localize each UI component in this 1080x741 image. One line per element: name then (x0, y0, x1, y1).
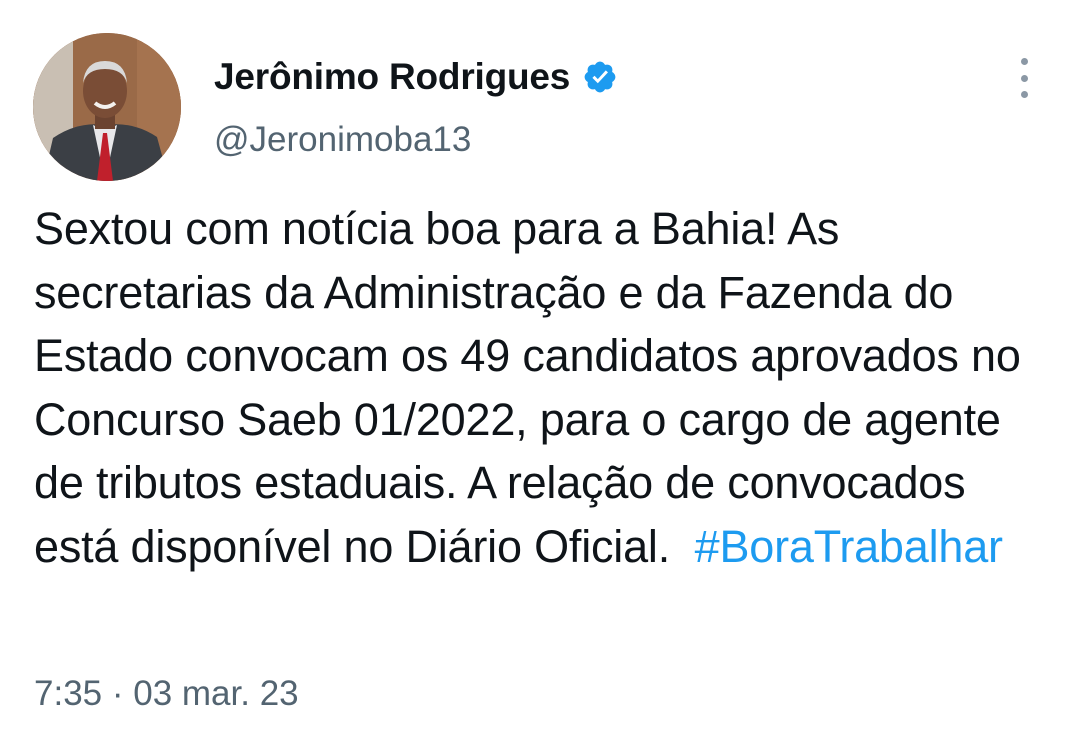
tweet-body: Sextou com notícia boa para a Bahia! As … (34, 203, 1021, 572)
more-dot (1020, 74, 1028, 82)
tweet-text: Sextou com notícia boa para a Bahia! As … (34, 197, 1054, 578)
verified-badge-icon[interactable] (582, 59, 618, 95)
more-dot (1020, 91, 1028, 98)
avatar-photo (33, 33, 181, 181)
author-block: Jerônimo Rodrigues @Jeronimoba13 (214, 52, 618, 160)
tweet-card: Jerônimo Rodrigues @Jeronimoba13 Sextou … (0, 0, 1080, 741)
tweet-date: 03 mar. 23 (133, 674, 299, 713)
author-handle[interactable]: @Jeronimoba13 (214, 120, 618, 160)
author-display-name[interactable]: Jerônimo Rodrigues (214, 56, 570, 98)
tweet-timestamp[interactable]: 7:35 · 03 mar. 23 (34, 674, 299, 714)
meta-separator: · (111, 674, 124, 713)
author-avatar[interactable] (33, 33, 181, 181)
more-dot (1020, 58, 1028, 65)
hashtag-link[interactable]: #BoraTrabalhar (695, 521, 1003, 572)
tweet-time: 7:35 (34, 674, 103, 713)
more-options-icon[interactable] (1011, 58, 1037, 98)
name-row: Jerônimo Rodrigues (214, 52, 618, 102)
